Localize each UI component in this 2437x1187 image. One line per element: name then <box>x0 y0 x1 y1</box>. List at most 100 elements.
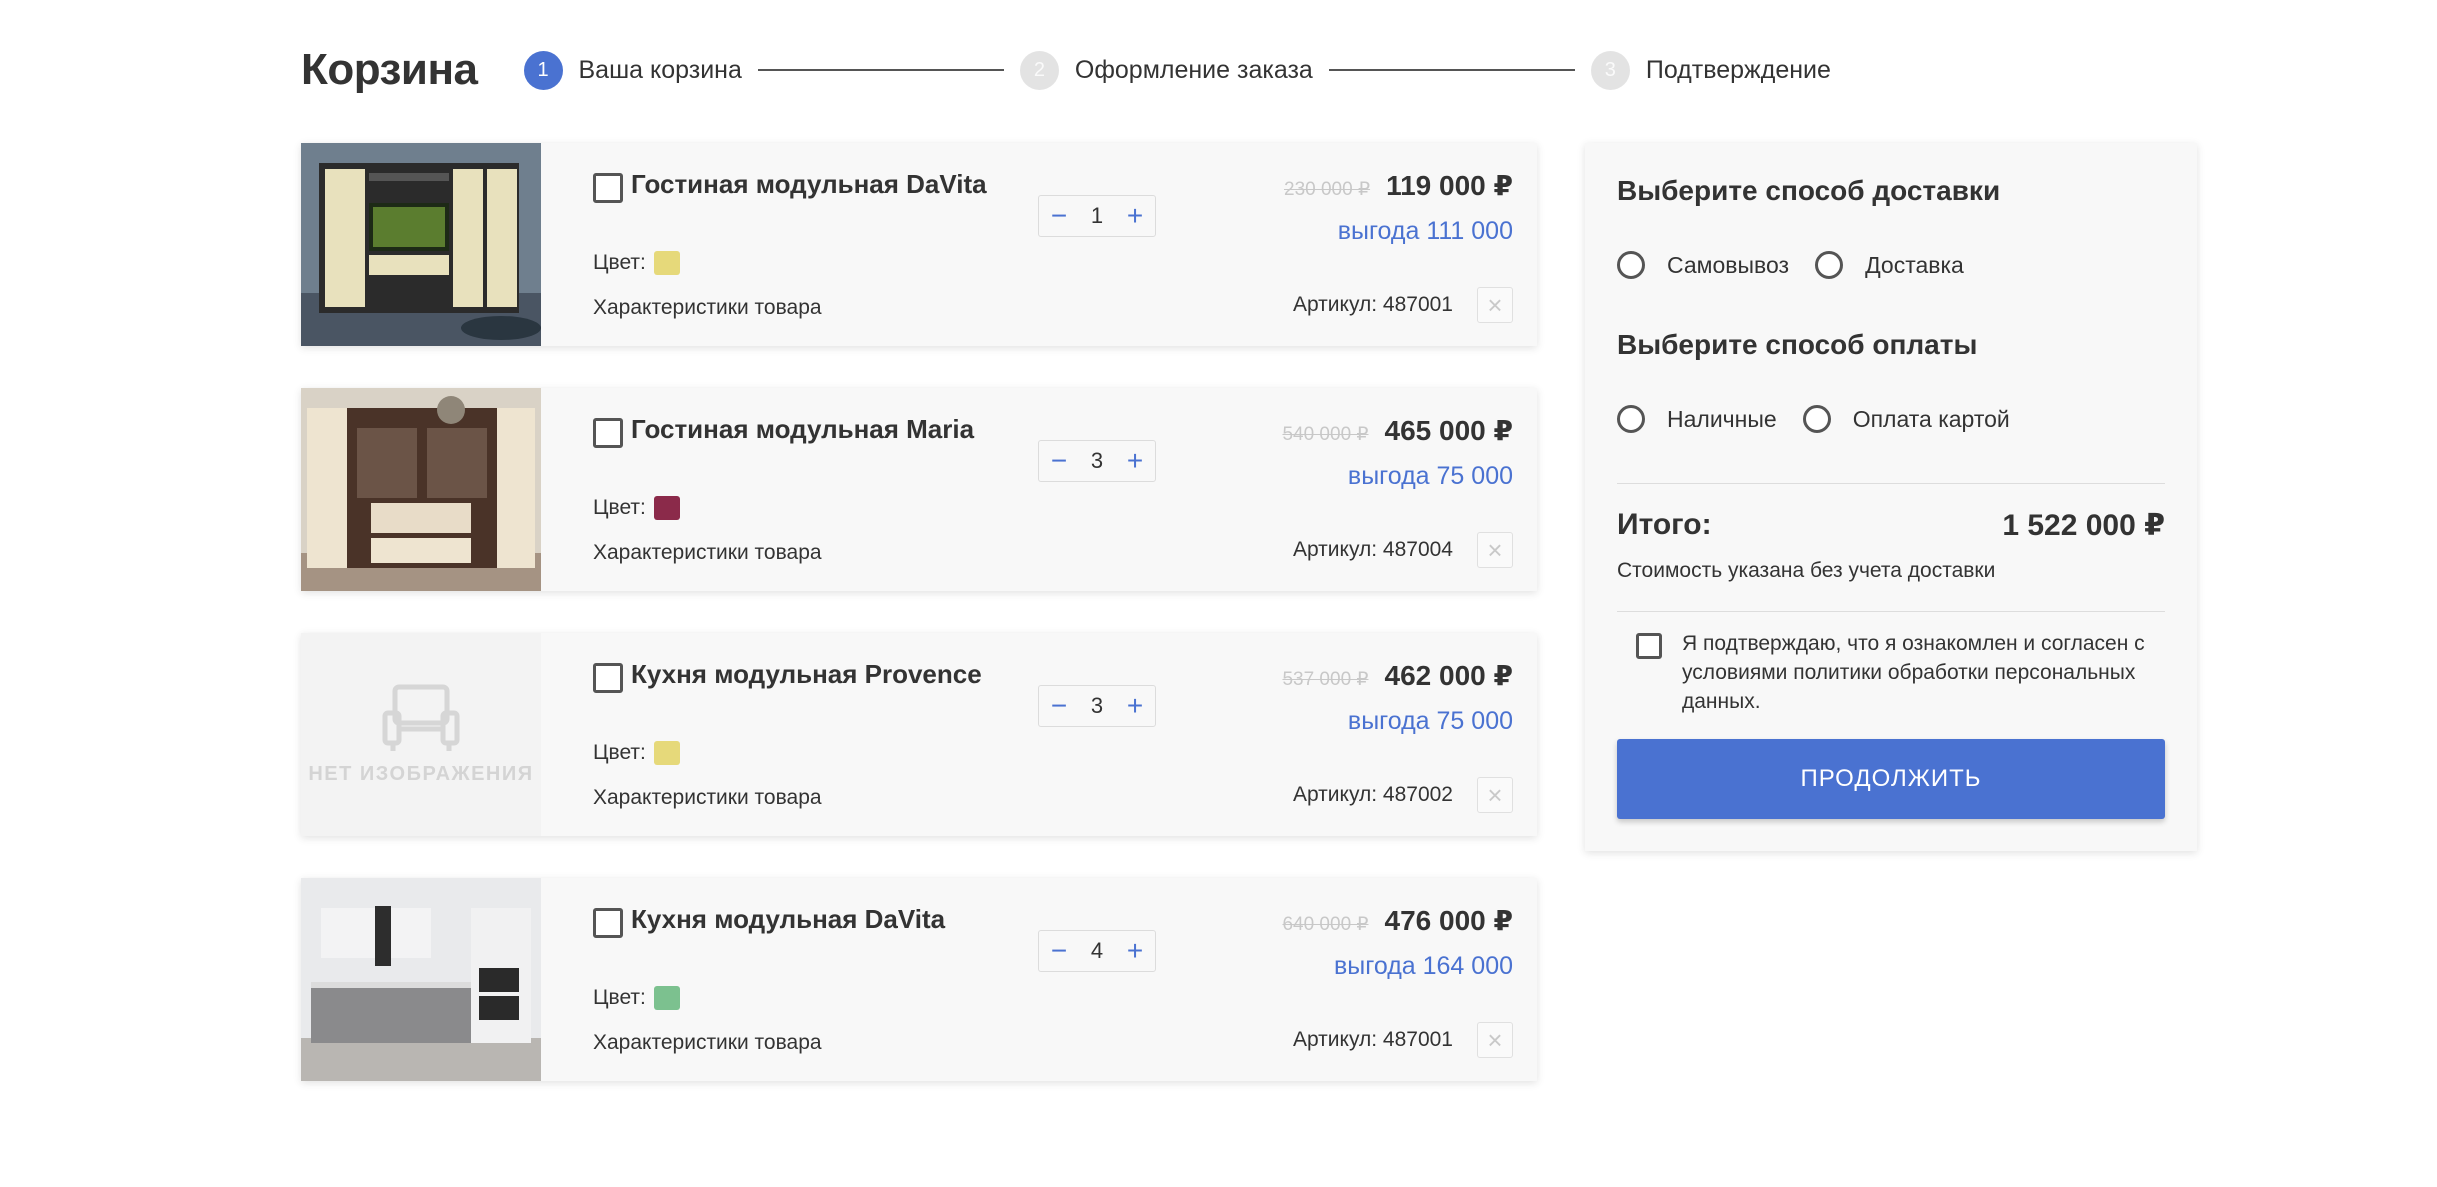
order-summary-panel: Выберите способ доставки Самовывоз Доста… <box>1585 143 2197 851</box>
quantity-stepper: − 4 + <box>1038 930 1156 972</box>
divider <box>1617 483 2165 484</box>
minus-icon[interactable]: − <box>1039 931 1079 971</box>
product-name[interactable]: Гостиная модульная DaVita <box>631 169 987 200</box>
radio-circle[interactable] <box>1617 405 1645 433</box>
checkout-steps: 1 Ваша корзина 2 Оформление заказа 3 Под… <box>523 50 1831 90</box>
color-label: Цвет: <box>593 741 646 764</box>
old-price: 540 000 ₽ <box>1282 424 1369 445</box>
step-label: Ваша корзина <box>578 55 742 84</box>
quantity-stepper: − 3 + <box>1038 685 1156 727</box>
product-image[interactable] <box>301 143 541 346</box>
product-name[interactable]: Гостиная модульная Maria <box>631 414 974 445</box>
article-number: Артикул: 487004 <box>1292 538 1453 561</box>
consent-text: Я подтверждаю, что я ознакомлен и соглас… <box>1682 632 2145 713</box>
payment-title: Выберите способ оплаты <box>1617 329 1978 360</box>
consent-checkbox[interactable] <box>1636 633 1662 659</box>
cart-item: НЕТ ИЗОБРАЖЕНИЯ Кухня модульная Provence… <box>301 633 1537 836</box>
price-box: 540 000 ₽ 465 000 ₽ выгода 75 000 <box>1282 414 1513 491</box>
plus-icon[interactable]: + <box>1115 931 1155 971</box>
item-select-checkbox[interactable] <box>593 418 623 448</box>
delivery-title: Выберите способ доставки <box>1617 175 2001 206</box>
delivery-courier-radio[interactable]: Доставка <box>1815 251 1964 279</box>
product-specs-link[interactable]: Характеристики товара <box>593 541 822 565</box>
current-price: 119 000 ₽ <box>1386 170 1513 201</box>
current-price: 465 000 ₽ <box>1384 415 1513 446</box>
product-name[interactable]: Кухня модульная Provence <box>631 659 982 690</box>
close-icon[interactable]: × <box>1477 777 1513 813</box>
color-swatch <box>653 496 680 520</box>
cart-header: Корзина 1 Ваша корзина 2 Оформление зака… <box>301 40 1831 100</box>
total-label: Итого: <box>1617 508 1712 541</box>
radio-circle[interactable] <box>1617 251 1645 279</box>
color-swatch <box>653 741 680 765</box>
close-icon[interactable]: × <box>1477 1022 1513 1058</box>
close-icon[interactable]: × <box>1477 287 1513 323</box>
step-connector <box>1328 69 1575 71</box>
quantity-stepper: − 3 + <box>1038 440 1156 482</box>
price-box: 230 000 ₽ 119 000 ₽ выгода 111 000 <box>1284 169 1513 246</box>
delivery-options: Самовывоз Доставка <box>1617 251 1990 279</box>
step-connector <box>757 69 1004 71</box>
color-row: Цвет: <box>593 741 680 765</box>
color-swatch <box>653 251 680 275</box>
minus-icon[interactable]: − <box>1039 686 1079 726</box>
radio-circle[interactable] <box>1802 405 1831 433</box>
item-select-checkbox[interactable] <box>593 173 623 203</box>
color-label: Цвет: <box>593 251 646 274</box>
plus-icon[interactable]: + <box>1115 196 1155 236</box>
delivery-pickup-radio[interactable]: Самовывоз <box>1617 251 1789 279</box>
cart-item: Гостиная модульная DaVita Цвет: Характер… <box>301 143 1537 346</box>
payment-card-radio[interactable]: Оплата картой <box>1802 405 2010 433</box>
color-swatch <box>653 986 680 1010</box>
quantity-value[interactable]: 4 <box>1091 938 1103 964</box>
quantity-value[interactable]: 1 <box>1091 203 1103 229</box>
step-label: Оформление заказа <box>1074 55 1313 84</box>
step-label: Подтверждение <box>1645 55 1831 84</box>
product-image[interactable] <box>301 878 541 1081</box>
color-label: Цвет: <box>593 986 646 1009</box>
step-number: 1 <box>523 50 563 90</box>
radio-label: Оплата картой <box>1852 405 2010 432</box>
old-price: 640 000 ₽ <box>1282 914 1369 935</box>
step-number: 2 <box>1019 50 1059 90</box>
step-number: 3 <box>1590 50 1630 90</box>
close-icon[interactable]: × <box>1477 532 1513 568</box>
article-number: Артикул: 487001 <box>1292 293 1453 316</box>
step-confirmation[interactable]: 3 Подтверждение <box>1590 50 1831 90</box>
radio-label: Наличные <box>1667 405 1777 432</box>
item-select-checkbox[interactable] <box>593 663 623 693</box>
plus-icon[interactable]: + <box>1115 441 1155 481</box>
cart-page: Корзина 1 Ваша корзина 2 Оформление зака… <box>0 0 2437 1187</box>
no-image-placeholder: НЕТ ИЗОБРАЖЕНИЯ <box>301 633 541 836</box>
quantity-value[interactable]: 3 <box>1091 448 1103 474</box>
quantity-value[interactable]: 3 <box>1091 693 1103 719</box>
price-box: 640 000 ₽ 476 000 ₽ выгода 164 000 <box>1282 904 1513 981</box>
product-name[interactable]: Кухня модульная DaVita <box>631 904 945 935</box>
current-price: 476 000 ₽ <box>1384 905 1513 936</box>
old-price: 537 000 ₽ <box>1282 669 1369 690</box>
saving-amount: выгода 75 000 <box>1347 707 1513 735</box>
color-row: Цвет: <box>593 496 680 520</box>
cart-item: Кухня модульная DaVita Цвет: Характерист… <box>301 878 1537 1081</box>
radio-circle[interactable] <box>1815 251 1844 279</box>
product-specs-link[interactable]: Характеристики товара <box>593 786 822 810</box>
product-specs-link[interactable]: Характеристики товара <box>593 296 822 320</box>
continue-button[interactable]: ПРОДОЛЖИТЬ <box>1617 739 2165 819</box>
color-row: Цвет: <box>593 986 680 1010</box>
step-cart[interactable]: 1 Ваша корзина <box>523 50 742 90</box>
saving-amount: выгода 111 000 <box>1337 217 1513 245</box>
payment-cash-radio[interactable]: Наличные <box>1617 405 1777 433</box>
product-image[interactable] <box>301 388 541 591</box>
old-price: 230 000 ₽ <box>1284 179 1371 200</box>
minus-icon[interactable]: − <box>1039 441 1079 481</box>
step-checkout[interactable]: 2 Оформление заказа <box>1019 50 1313 90</box>
radio-label: Доставка <box>1865 251 1964 278</box>
saving-amount: выгода 75 000 <box>1347 462 1513 490</box>
product-specs-link[interactable]: Характеристики товара <box>593 1031 822 1055</box>
minus-icon[interactable]: − <box>1039 196 1079 236</box>
item-select-checkbox[interactable] <box>593 908 623 938</box>
color-row: Цвет: <box>593 251 680 275</box>
divider <box>1617 611 2165 612</box>
no-image-label: НЕТ ИЗОБРАЖЕНИЯ <box>308 763 534 785</box>
plus-icon[interactable]: + <box>1115 686 1155 726</box>
